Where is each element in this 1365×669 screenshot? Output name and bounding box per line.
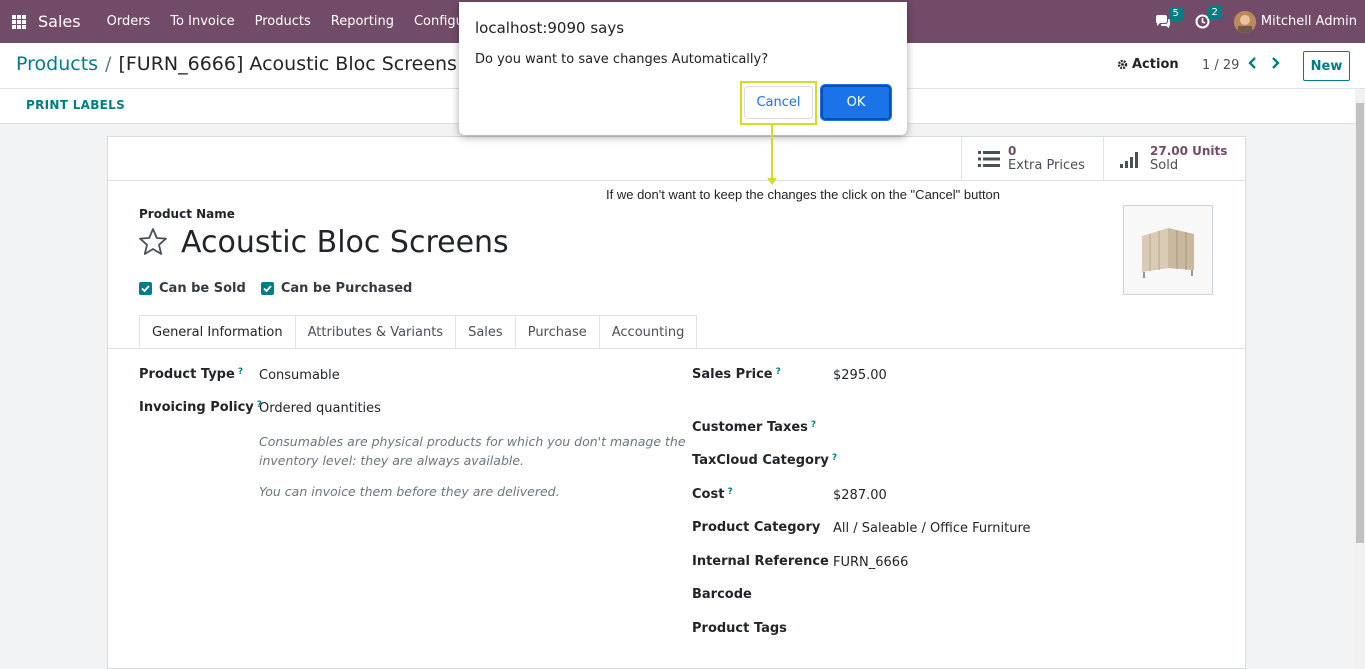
cost-label: Cost? <box>692 487 733 502</box>
tab-divider <box>108 348 1245 349</box>
new-button[interactable]: New <box>1303 51 1350 81</box>
page-scrollbar[interactable] <box>1355 89 1365 669</box>
chevron-left-icon[interactable] <box>1247 56 1259 70</box>
breadcrumb-separator: / <box>105 53 112 75</box>
can-be-sold-label[interactable]: Can be Sold <box>159 281 246 296</box>
sold-smart-button[interactable]: 27.00 Units Sold <box>1103 137 1245 181</box>
taxcloud-category-label: TaxCloud Category? <box>692 453 838 468</box>
sold-label: Sold <box>1150 158 1179 173</box>
pager-value[interactable]: 1 / 29 <box>1202 58 1239 73</box>
signal-bars-icon <box>1120 152 1138 168</box>
dialog-message: Do you want to save changes Automaticall… <box>475 52 769 67</box>
extra-prices-smart-button[interactable]: 0 Extra Prices <box>961 137 1103 181</box>
confirm-dialog: localhost:9090 says Do you want to save … <box>459 2 907 135</box>
list-icon <box>978 151 1000 167</box>
product-image[interactable] <box>1123 205 1213 295</box>
menu-orders[interactable]: Orders <box>97 14 161 29</box>
product-category-field[interactable]: All / Saleable / Office Furniture <box>833 521 1031 536</box>
navbar-systray: 5 2 Mitchell Admin <box>1155 0 1365 43</box>
activities-count-badge: 2 <box>1207 6 1222 20</box>
annotation-arrow-head <box>767 178 777 185</box>
form-sheet: 0 Extra Prices 27.00 Units Sold Product … <box>107 136 1246 669</box>
help-text-line: inventory level: they are always availab… <box>259 453 525 468</box>
sales-price-field[interactable]: $295.00 <box>833 368 887 383</box>
sales-price-label: Sales Price? <box>692 367 781 382</box>
help-tooltip-icon[interactable]: ? <box>776 367 781 377</box>
annotation-arrow-line <box>771 125 773 180</box>
menu-reporting[interactable]: Reporting <box>321 14 404 29</box>
help-tooltip-icon[interactable]: ? <box>832 453 837 463</box>
product-type-label: Product Type? <box>139 367 244 382</box>
invoice-help-text: You can invoice them before they are del… <box>259 484 560 499</box>
tab-accounting[interactable]: Accounting <box>599 315 698 349</box>
menu-to-invoice[interactable]: To Invoice <box>160 14 244 29</box>
can-be-purchased-label[interactable]: Can be Purchased <box>281 281 413 296</box>
tab-attributes-variants[interactable]: Attributes & Variants <box>295 315 457 349</box>
sold-value: 27.00 Units <box>1150 144 1228 158</box>
product-name-label: Product Name <box>139 207 235 221</box>
breadcrumb-current: [FURN_6666] Acoustic Bloc Screens <box>118 53 457 75</box>
star-icon[interactable] <box>138 227 168 257</box>
dialog-cancel-button[interactable]: Cancel <box>744 86 813 119</box>
app-name[interactable]: Sales <box>38 12 81 31</box>
invoicing-policy-field[interactable]: Ordered quantities <box>259 401 381 416</box>
help-tooltip-icon[interactable]: ? <box>811 420 816 430</box>
help-tooltip-icon[interactable]: ? <box>238 367 243 377</box>
customer-taxes-label: Customer Taxes? <box>692 420 817 435</box>
gear-icon <box>1117 59 1128 70</box>
chevron-right-icon[interactable] <box>1269 56 1281 70</box>
product-name-input[interactable]: Acoustic Bloc Screens <box>181 225 509 260</box>
internal-reference-field[interactable]: FURN_6666 <box>833 555 908 570</box>
tab-sales[interactable]: Sales <box>456 315 516 349</box>
check-icon <box>263 285 272 293</box>
breadcrumb: Products / [FURN_6666] Acoustic Bloc Scr… <box>16 53 515 75</box>
invoicing-policy-label: Invoicing Policy? <box>139 400 262 415</box>
help-text-line: Consumables are physical products for wh… <box>259 434 686 449</box>
apps-grid-icon[interactable] <box>12 14 26 29</box>
tab-general-information[interactable]: General Information <box>139 315 296 349</box>
activities-button[interactable]: 2 <box>1195 6 1222 29</box>
print-labels-button[interactable]: PRINT LABELS <box>26 98 125 112</box>
extra-prices-value: 0 <box>1008 144 1017 158</box>
barcode-label: Barcode <box>692 587 752 602</box>
form-tabs: General Information Attributes & Variant… <box>139 315 698 349</box>
user-name[interactable]: Mitchell Admin <box>1261 14 1357 29</box>
cost-field[interactable]: $287.00 <box>833 488 887 503</box>
action-menu-button[interactable]: Action <box>1117 57 1179 72</box>
product-type-field[interactable]: Consumable <box>259 368 340 383</box>
dialog-title: localhost:9090 says <box>475 19 625 37</box>
user-avatar[interactable] <box>1233 10 1256 33</box>
can-be-purchased-checkbox[interactable] <box>260 282 274 295</box>
breadcrumb-products-link[interactable]: Products <box>16 53 98 75</box>
help-tooltip-icon[interactable]: ? <box>727 487 732 497</box>
dialog-ok-button[interactable]: OK <box>820 84 892 121</box>
check-icon <box>141 285 150 293</box>
menu-products[interactable]: Products <box>245 14 321 29</box>
smart-button-bar: 0 Extra Prices 27.00 Units Sold <box>108 137 1245 181</box>
product-checkboxes: Can be Sold Can be Purchased <box>139 281 427 296</box>
extra-prices-label: Extra Prices <box>1008 158 1085 173</box>
product-tags-label: Product Tags <box>692 621 787 636</box>
product-category-label: Product Category <box>692 520 821 535</box>
internal-reference-label: Internal Reference <box>692 554 829 569</box>
messages-count-badge: 5 <box>1168 6 1183 21</box>
messages-button[interactable]: 5 <box>1155 6 1183 29</box>
product-type-help-text: Consumables are physical products for wh… <box>259 432 686 470</box>
can-be-sold-checkbox[interactable] <box>139 282 152 295</box>
tab-purchase[interactable]: Purchase <box>515 315 600 349</box>
scrollbar-thumb[interactable] <box>1356 103 1364 543</box>
action-label: Action <box>1132 57 1179 72</box>
annotation-text: If we don't want to keep the changes the… <box>606 187 1001 202</box>
